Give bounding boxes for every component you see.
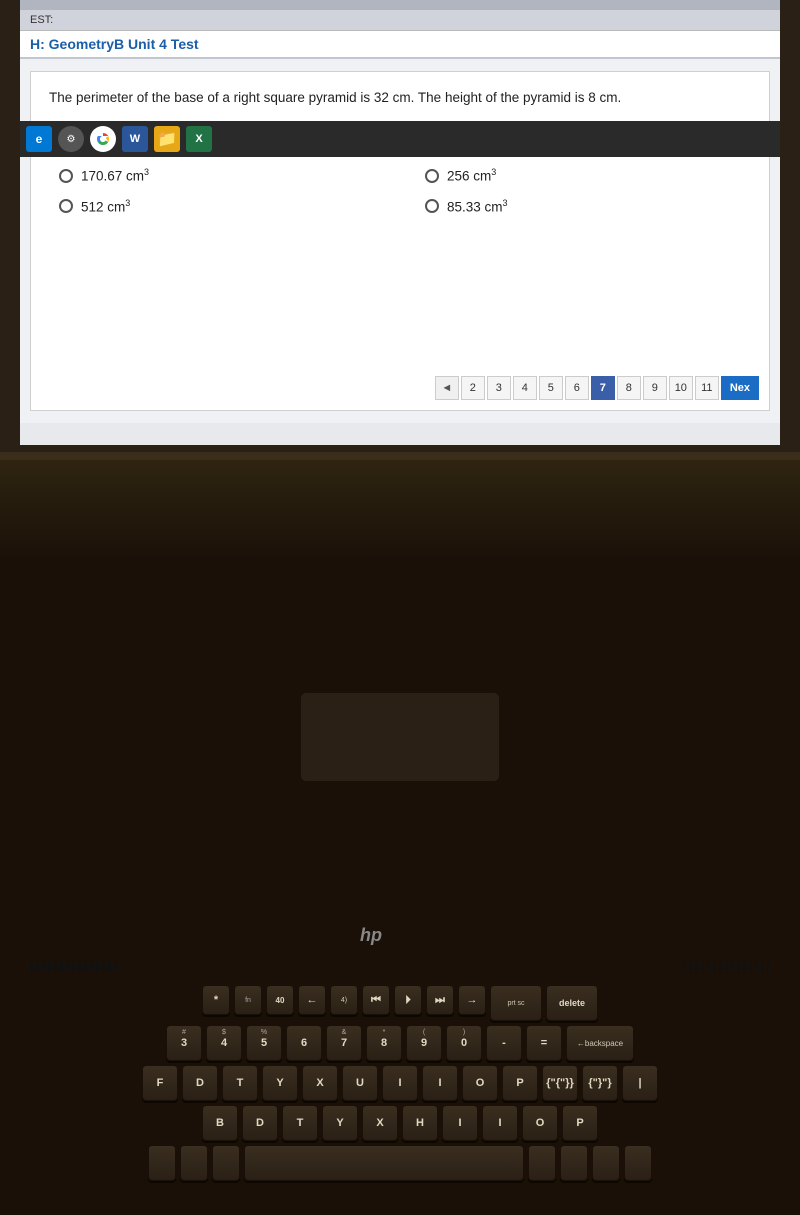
page-10-button[interactable]: 10: [669, 376, 693, 400]
page-9-button[interactable]: 9: [643, 376, 667, 400]
key-x[interactable]: X: [302, 1065, 338, 1101]
question-text: The perimeter of the base of a right squ…: [49, 88, 751, 108]
test-label-prefix: EST:: [30, 14, 53, 26]
folder-icon[interactable]: 📁: [154, 126, 180, 152]
key-bottom5[interactable]: [560, 1145, 588, 1181]
page-7-button[interactable]: 7: [591, 376, 615, 400]
key-bottom1[interactable]: [148, 1145, 176, 1181]
key-bottom7[interactable]: [624, 1145, 652, 1181]
key-bottom4[interactable]: [528, 1145, 556, 1181]
taskbar: e ⚙ W 📁 X: [20, 121, 780, 157]
next-page-button[interactable]: Nex: [721, 376, 759, 400]
key-0[interactable]: )0: [446, 1025, 482, 1061]
key-f[interactable]: F: [142, 1065, 178, 1101]
option-b[interactable]: 256 cm3: [425, 167, 751, 184]
key-8[interactable]: *8: [366, 1025, 402, 1061]
key-7[interactable]: &7: [326, 1025, 362, 1061]
key-bottom6[interactable]: [592, 1145, 620, 1181]
word-icon[interactable]: W: [122, 126, 148, 152]
key-y2[interactable]: Y: [322, 1105, 358, 1141]
option-c[interactable]: 85.33 cm3: [425, 198, 751, 215]
key-backspace[interactable]: ←backspace: [566, 1025, 634, 1061]
key-6[interactable]: 6: [286, 1025, 322, 1061]
answer-options: 170.67 cm3 256 cm3 512 cm3: [59, 167, 751, 214]
key-forward[interactable]: →: [458, 985, 486, 1015]
key-spacebar[interactable]: [244, 1145, 524, 1181]
page-4-button[interactable]: 4: [513, 376, 537, 400]
key-play[interactable]: ⏵: [394, 985, 422, 1015]
key-rbrace[interactable]: {"}"}: [582, 1065, 618, 1101]
key-d-row4[interactable]: D: [242, 1105, 278, 1141]
pagination: ◄ 2 3 4 5 6 7 8 9 10 11 Nex: [435, 376, 759, 400]
key-minus[interactable]: -: [486, 1025, 522, 1061]
key-i3[interactable]: I: [442, 1105, 478, 1141]
key-o2[interactable]: O: [522, 1105, 558, 1141]
laptop-body: hp * fn 40 ← 4) ⏮ ⏵ ⏭ → prt sc delete: [0, 460, 800, 800]
radio-a[interactable]: [59, 169, 73, 183]
page-3-button[interactable]: 3: [487, 376, 511, 400]
option-d[interactable]: 512 cm3: [59, 198, 385, 215]
key-o[interactable]: O: [462, 1065, 498, 1101]
key-h[interactable]: H: [402, 1105, 438, 1141]
key-4[interactable]: $4: [206, 1025, 242, 1061]
key-p2[interactable]: P: [562, 1105, 598, 1141]
page-6-button[interactable]: 6: [565, 376, 589, 400]
key-fn2[interactable]: 4): [330, 985, 358, 1015]
key-i[interactable]: I: [382, 1065, 418, 1101]
edge-icon[interactable]: e: [26, 126, 52, 152]
key-u[interactable]: U: [342, 1065, 378, 1101]
key-t[interactable]: T: [222, 1065, 258, 1101]
option-a[interactable]: 170.67 cm3: [59, 167, 385, 184]
chrome-icon[interactable]: [90, 126, 116, 152]
key-p[interactable]: P: [502, 1065, 538, 1101]
key-40[interactable]: 40: [266, 985, 294, 1015]
option-d-label: 512 cm3: [81, 198, 130, 215]
radio-c[interactable]: [425, 199, 439, 213]
key-i4[interactable]: I: [482, 1105, 518, 1141]
key-back-arrow[interactable]: ←: [298, 985, 326, 1015]
key-d-row3[interactable]: D: [182, 1065, 218, 1101]
key-b[interactable]: B: [202, 1105, 238, 1141]
test-title: H: GeometryB Unit 4 Test: [30, 36, 770, 52]
key-play-next[interactable]: ⏭: [426, 985, 454, 1015]
key-pipe[interactable]: |: [622, 1065, 658, 1101]
radio-b[interactable]: [425, 169, 439, 183]
settings-icon[interactable]: ⚙: [58, 126, 84, 152]
speaker-right: [630, 958, 770, 976]
hp-logo: hp: [360, 925, 382, 946]
touchpad[interactable]: [300, 692, 500, 782]
keyboard: * fn 40 ← 4) ⏮ ⏵ ⏭ → prt sc delete #3 $4…: [40, 985, 760, 1215]
key-y[interactable]: Y: [262, 1065, 298, 1101]
key-prtsc[interactable]: prt sc: [490, 985, 542, 1021]
prev-page-button[interactable]: ◄: [435, 376, 459, 400]
key-fn1[interactable]: fn: [234, 985, 262, 1015]
key-lbrace[interactable]: {"{"}}: [542, 1065, 578, 1101]
key-bottom2[interactable]: [180, 1145, 208, 1181]
key-9[interactable]: (9: [406, 1025, 442, 1061]
page-5-button[interactable]: 5: [539, 376, 563, 400]
key-5[interactable]: %5: [246, 1025, 282, 1061]
page-11-button[interactable]: 11: [695, 376, 719, 400]
page-8-button[interactable]: 8: [617, 376, 641, 400]
key-play-prev[interactable]: ⏮: [362, 985, 390, 1015]
speaker-left: [30, 958, 170, 976]
option-c-label: 85.33 cm3: [447, 198, 508, 215]
key-asterisk[interactable]: *: [202, 985, 230, 1015]
key-t2[interactable]: T: [282, 1105, 318, 1141]
page-2-button[interactable]: 2: [461, 376, 485, 400]
option-b-label: 256 cm3: [447, 167, 496, 184]
excel-icon[interactable]: X: [186, 126, 212, 152]
key-delete[interactable]: delete: [546, 985, 598, 1021]
key-x2[interactable]: X: [362, 1105, 398, 1141]
key-3[interactable]: #3: [166, 1025, 202, 1061]
radio-d[interactable]: [59, 199, 73, 213]
key-i2[interactable]: I: [422, 1065, 458, 1101]
key-bottom3[interactable]: [212, 1145, 240, 1181]
key-equals[interactable]: =: [526, 1025, 562, 1061]
option-a-label: 170.67 cm3: [81, 167, 149, 184]
